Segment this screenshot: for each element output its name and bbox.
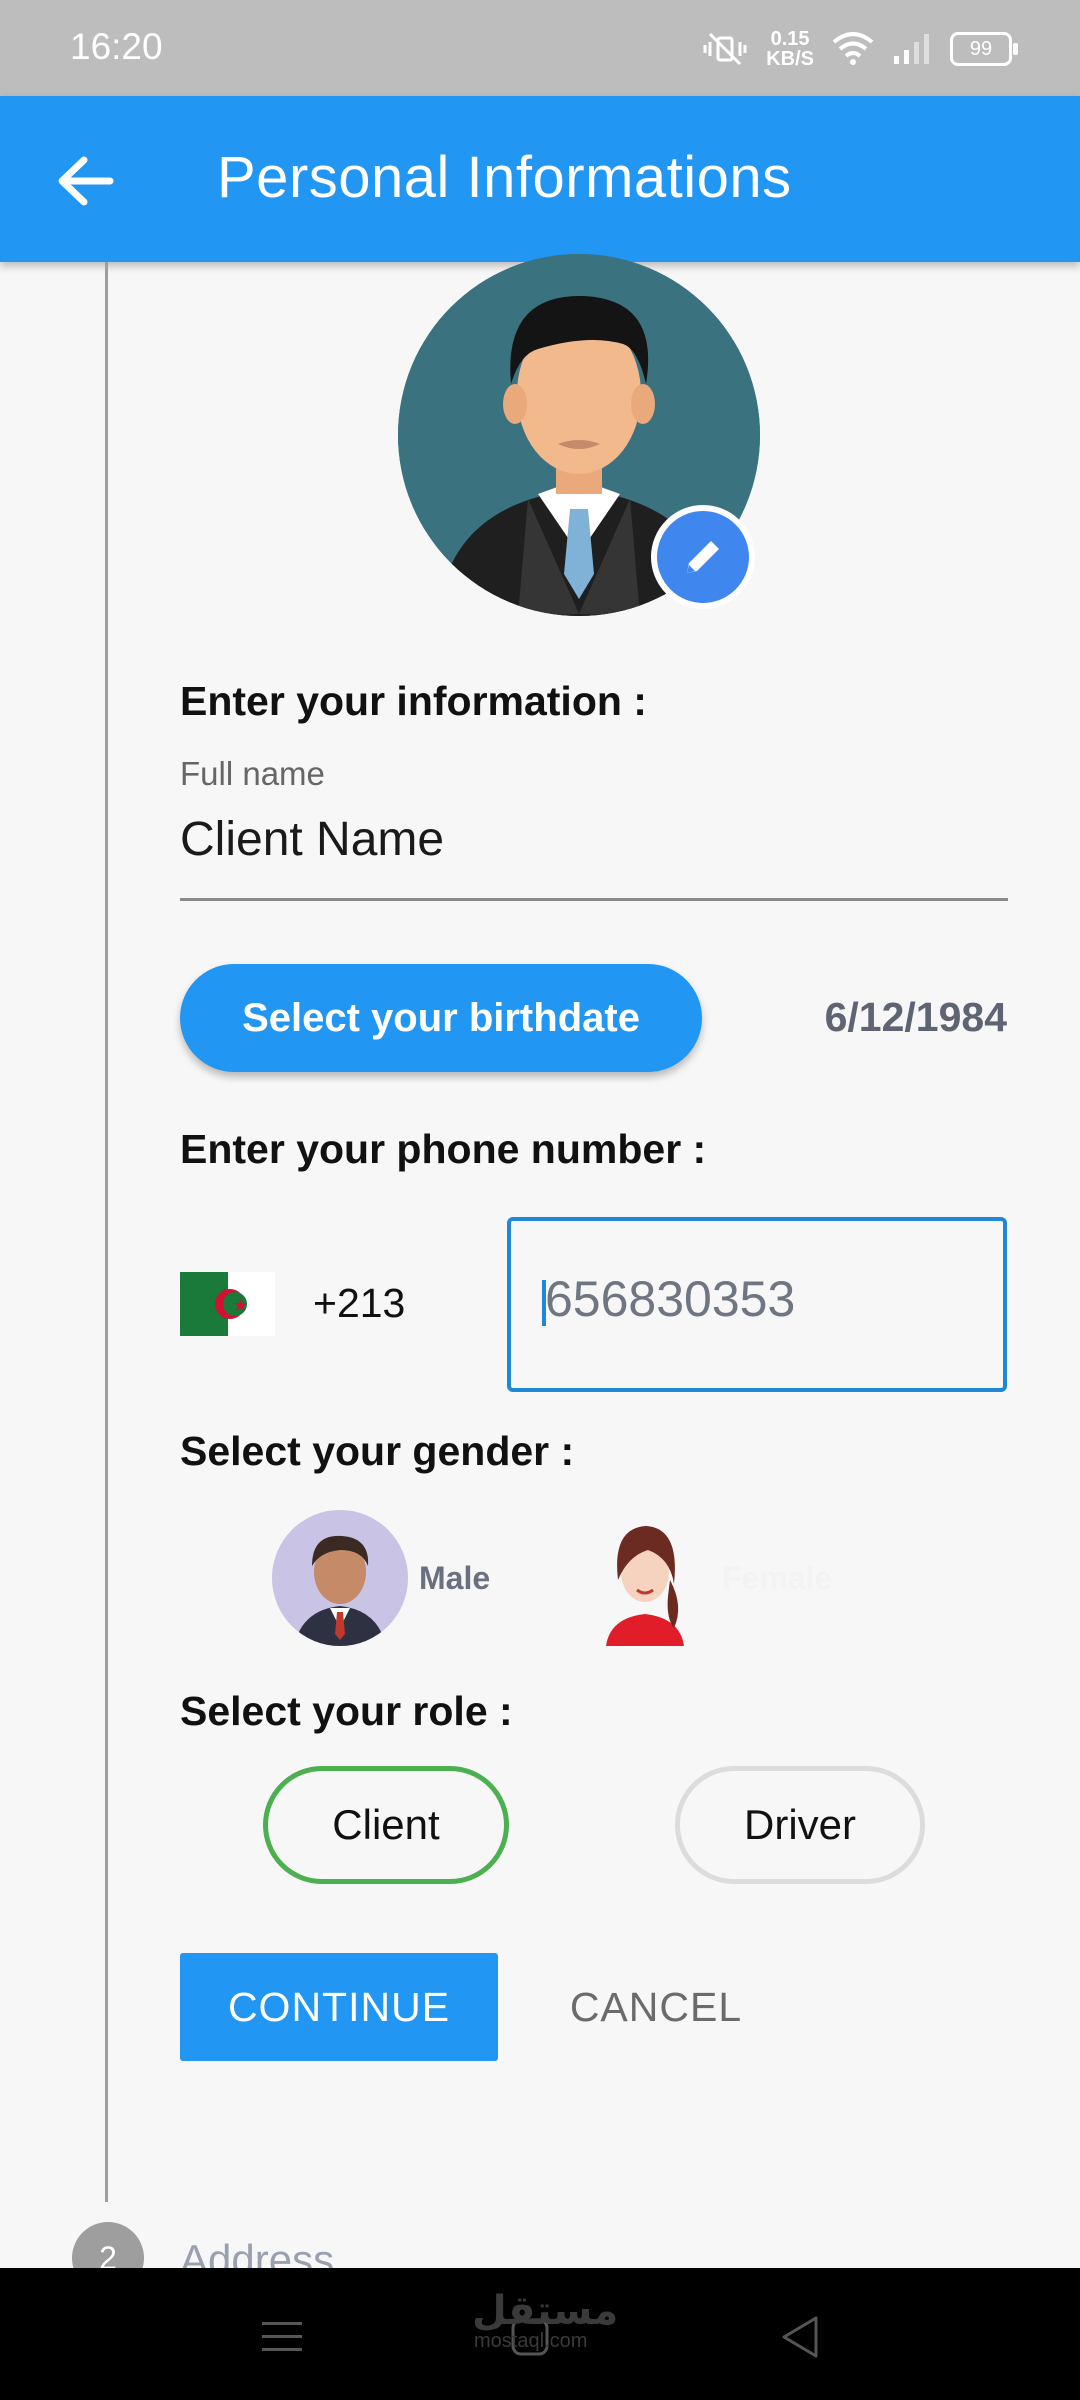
full-name-underline: [180, 898, 1008, 901]
full-name-label: Full name: [180, 755, 325, 792]
role-client-button[interactable]: Client: [263, 1766, 509, 1884]
back-arrow-icon[interactable]: [50, 146, 120, 216]
phone-section-title: Enter your phone number :: [180, 1126, 707, 1172]
continue-button[interactable]: CONTINUE: [180, 1953, 498, 2061]
country-flag[interactable]: [180, 1272, 275, 1336]
phone-input[interactable]: 656830353: [545, 1270, 985, 1328]
select-birthdate-button[interactable]: Select your birthdate: [180, 964, 702, 1072]
male-avatar-icon: [272, 1510, 408, 1646]
female-label[interactable]: Female: [722, 1560, 832, 1597]
watermark-logo: مستقل: [472, 2289, 619, 2333]
text-caret: [542, 1280, 546, 1326]
male-avatar-option[interactable]: [272, 1510, 408, 1646]
status-time: 16:20: [70, 26, 163, 67]
signal-icon: [894, 34, 929, 64]
page-title: Personal Informations: [217, 145, 792, 210]
app-bar: Personal Informations: [0, 96, 1080, 262]
watermark-url: mostaql.com: [474, 2330, 588, 2352]
algeria-flag-icon: [180, 1272, 275, 1336]
net-speed-value: 0.15: [770, 28, 810, 50]
role-section-title: Select your role :: [180, 1688, 513, 1734]
pencil-icon: [687, 541, 719, 573]
gender-section-title: Select your gender :: [180, 1428, 575, 1474]
full-name-field[interactable]: Client Name: [180, 812, 444, 867]
female-avatar-option[interactable]: [588, 1510, 703, 1646]
female-avatar-icon: [606, 1526, 684, 1646]
nav-menu-icon[interactable]: [262, 2322, 302, 2361]
wifi-icon: [832, 32, 874, 65]
role-driver-button[interactable]: Driver: [675, 1766, 925, 1884]
male-label[interactable]: Male: [419, 1560, 490, 1597]
vibrate-off-icon: [703, 32, 747, 66]
birthdate-value: 6/12/1984: [824, 994, 1007, 1040]
status-icons: 0.15 KB/S 99: [702, 22, 1018, 76]
edit-photo-button[interactable]: [651, 505, 755, 609]
net-speed: 0.15 KB/S: [766, 29, 814, 69]
status-bar: 16:20 0.15 KB/S 99: [0, 0, 1080, 96]
stepper-line: [105, 262, 108, 2202]
battery-icon: 99: [950, 32, 1018, 66]
net-speed-unit: KB/S: [766, 48, 814, 70]
info-section-title: Enter your information :: [180, 678, 647, 724]
cancel-button[interactable]: CANCEL: [547, 1953, 765, 2061]
nav-back-icon[interactable]: [778, 2312, 822, 2362]
dial-code[interactable]: +213: [313, 1280, 405, 1327]
